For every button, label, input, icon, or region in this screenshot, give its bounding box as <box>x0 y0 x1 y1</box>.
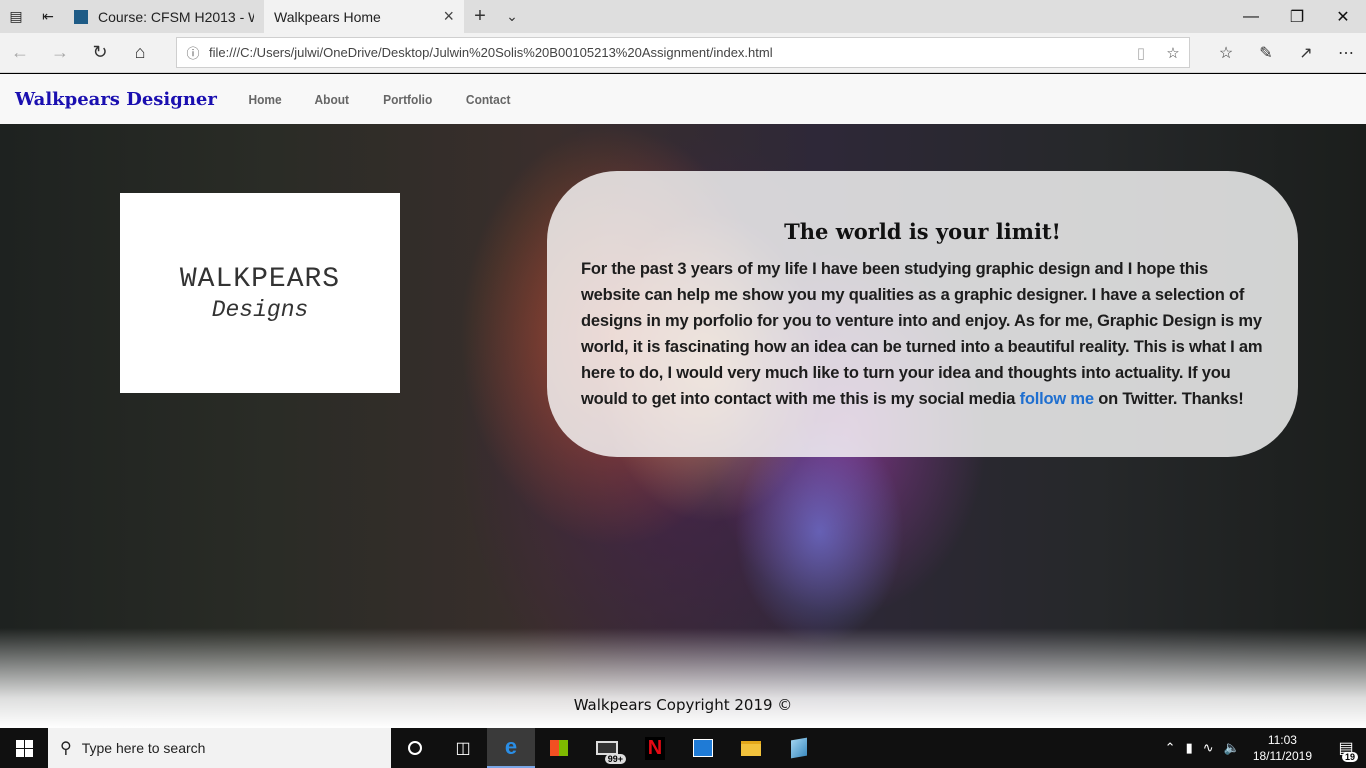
nav-contact-link[interactable]: Contact <box>466 92 511 107</box>
intro-text-before: For the past 3 years of my life I have b… <box>581 260 1263 408</box>
address-bar[interactable]: ⓘ file:///C:/Users/julwi/OneDrive/Deskto… <box>176 37 1190 68</box>
add-favorite-icon[interactable]: ☆ <box>1157 44 1189 62</box>
web-page-content: Walkpears Designer Home About Portfolio … <box>0 74 1366 728</box>
netflix-icon[interactable]: N <box>631 728 679 768</box>
tab-walkpears-home[interactable]: Walkpears Home × <box>264 0 464 88</box>
system-tray: ⌃ ▮ ∿ 🔈 11:03 18/11/2019 ▤ 19 <box>1160 728 1366 768</box>
intro-card: The world is your limit! For the past 3 … <box>547 171 1298 457</box>
home-icon[interactable]: ⌂ <box>120 33 160 73</box>
cortana-icon[interactable] <box>391 728 439 768</box>
browser-toolbar: ← → ↻ ⌂ ⓘ file:///C:/Users/julwi/OneDriv… <box>0 33 1366 73</box>
logo-title: WALKPEARS <box>179 263 341 295</box>
tab-actions-icon[interactable]: ▤ <box>0 0 32 33</box>
wifi-icon[interactable]: ∿ <box>1203 740 1214 756</box>
site-header: Walkpears Designer Home About Portfolio … <box>0 74 1366 124</box>
nav-portfolio-link[interactable]: Portfolio <box>383 92 432 107</box>
logo-subtitle: Designs <box>211 296 309 323</box>
task-view-icon[interactable]: ◫ <box>439 728 487 768</box>
intro-heading: The world is your limit! <box>784 219 1061 244</box>
battery-icon[interactable]: ▮ <box>1186 740 1193 756</box>
back-arrow-icon[interactable]: ← <box>0 33 40 73</box>
toolbar-right-actions: ☆ ✎ ↗ ⋯ <box>1206 33 1366 73</box>
mail-icon[interactable]: 99+ <box>583 728 631 768</box>
nav-about-link[interactable]: About <box>314 92 349 107</box>
forward-arrow-icon[interactable]: → <box>40 33 80 73</box>
taskbar-clock[interactable]: 11:03 18/11/2019 <box>1253 732 1312 764</box>
refresh-icon[interactable]: ↻ <box>80 33 120 73</box>
walkpears-logo: WALKPEARS Designs <box>120 193 400 393</box>
windows-taskbar: ⚲ Type here to search ◫ e 99+ N ⌃ ▮ ∿ 🔈 … <box>0 728 1366 768</box>
site-brand[interactable]: Walkpears Designer <box>15 89 217 110</box>
search-icon: ⚲ <box>60 740 72 757</box>
browser-tab-strip: ▤ ⇤ Course: CFSM H2013 - Web Walkpears H… <box>0 0 1366 88</box>
file-explorer-icon[interactable] <box>727 728 775 768</box>
site-info-icon[interactable]: ⓘ <box>177 43 209 62</box>
restore-icon[interactable]: ❐ <box>1274 0 1320 33</box>
action-center-icon[interactable]: ▤ 19 <box>1326 728 1366 768</box>
nav-home-link[interactable]: Home <box>248 92 281 107</box>
taskbar-search-placeholder: Type here to search <box>81 740 206 756</box>
show-hidden-icons-icon[interactable]: ⌃ <box>1165 740 1176 756</box>
site-nav: Home About Portfolio Contact <box>247 92 543 107</box>
window-controls: — ❐ ✕ <box>1228 0 1366 33</box>
favorites-icon[interactable]: ☆ <box>1206 33 1246 73</box>
address-url[interactable]: file:///C:/Users/julwi/OneDrive/Desktop/… <box>209 45 1125 60</box>
store-icon[interactable] <box>535 728 583 768</box>
windows-logo-icon <box>15 739 33 757</box>
minimize-icon[interactable]: — <box>1228 0 1274 33</box>
follow-me-link[interactable]: follow me <box>1020 390 1094 408</box>
notification-count: 19 <box>1341 752 1358 762</box>
tab-preview-chevron-icon[interactable]: ⌄ <box>496 0 528 33</box>
new-tab-icon[interactable]: + <box>464 0 496 33</box>
more-icon[interactable]: ⋯ <box>1326 33 1366 73</box>
start-button[interactable] <box>0 728 48 768</box>
mail-badge: 99+ <box>604 754 626 764</box>
moodle-favicon-icon <box>74 9 88 24</box>
taskbar-search[interactable]: ⚲ Type here to search <box>48 728 391 768</box>
pen-icon[interactable]: ✎ <box>1246 33 1286 73</box>
footer-copyright: Walkpears Copyright 2019 © <box>573 696 793 714</box>
volume-icon[interactable]: 🔈 <box>1224 740 1240 756</box>
tab-title: Course: CFSM H2013 - Web <box>98 8 254 25</box>
close-tab-icon[interactable]: × <box>443 6 454 27</box>
clock-time: 11:03 <box>1267 733 1297 747</box>
close-window-icon[interactable]: ✕ <box>1320 0 1366 33</box>
app-icon[interactable] <box>679 728 727 768</box>
intro-paragraph: For the past 3 years of my life I have b… <box>581 256 1264 412</box>
cube-app-icon[interactable] <box>775 728 823 768</box>
tab-course[interactable]: Course: CFSM H2013 - Web <box>64 0 264 33</box>
tabs-aside-icon[interactable]: ⇤ <box>32 0 64 33</box>
edge-icon[interactable]: e <box>487 728 535 768</box>
clock-date: 18/11/2019 <box>1252 749 1312 763</box>
intro-text-after: on Twitter. Thanks! <box>1093 390 1244 408</box>
reading-view-icon[interactable]: ▯ <box>1125 44 1157 62</box>
share-icon[interactable]: ↗ <box>1286 33 1326 73</box>
tab-title: Walkpears Home <box>274 8 381 25</box>
